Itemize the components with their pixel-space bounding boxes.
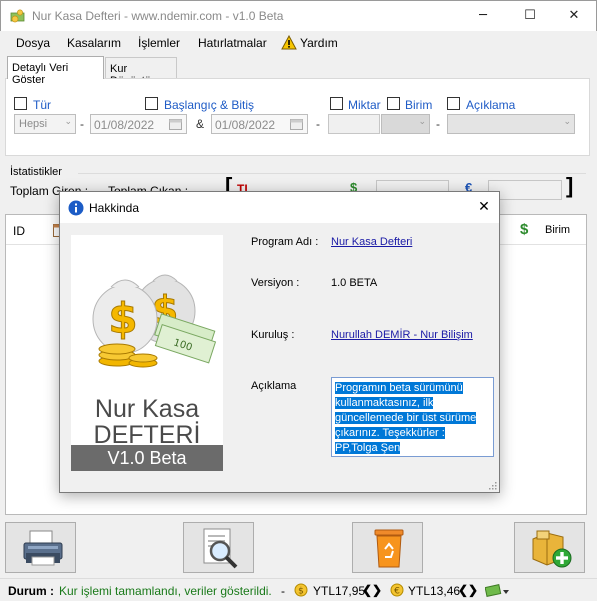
tab-kur-donustur[interactable]: Kur Dönüştür [105,57,177,87]
printer-icon [23,530,63,566]
versiyon-value: 1.0 BETA [331,277,378,289]
aciklama-dialog-label: Açıklama [251,380,297,392]
aciklama-checkbox[interactable] [447,97,460,110]
app-money-icon [10,9,25,23]
bracket-close: ] [566,173,574,198]
stats-section-label: İstatistikler [10,166,62,178]
amp-separator: & [196,117,205,131]
start-date-value: 01/08/2022 [94,118,155,132]
chevron-down-icon: ⌄ [64,117,72,127]
menu-islemler[interactable]: İşlemler [138,36,180,50]
stats-divider [78,173,586,174]
tur-select-value: Hepsi [19,118,48,130]
chevron-down-icon: ⌄ [418,117,426,127]
birim-label: Birim [405,98,433,112]
birim-checkbox[interactable] [387,97,400,110]
status-bar: Durum : Kur işlemi tamamlandı, veriler g… [0,578,597,601]
tur-select[interactable]: Hepsi ⌄ [14,114,76,134]
money-bags-illustration: $ $ 100 [92,274,217,368]
delete-button[interactable] [352,522,423,573]
info-icon [68,200,84,216]
recycle-bin-icon [374,529,404,568]
app-logo: $ $ 100 Nur Kasa DEFTERİ V1.0 Beta [71,235,223,471]
svg-text:$: $ [108,294,137,343]
window-title: Nur Kasa Defteri - www.ndemir.com - v1.0… [32,9,284,23]
menu-bar: Dosya Kasalarım İşlemler Hatırlatmalar Y… [1,31,596,55]
dialog-title: Hakkinda [89,201,140,215]
versiyon-label: Versiyon : [251,277,300,289]
dash-separator: - [80,117,84,131]
dollar-icon: $ [520,221,529,238]
date-label: Başlangıç & Bitiş [164,98,255,112]
kurulus-label: Kuruluş : [251,329,295,341]
minimize-button[interactable]: ─ [460,1,506,31]
start-date-picker[interactable]: 01/08/2022 [90,114,187,134]
miktar-label: Miktar [348,98,381,112]
status-message: Kur işlemi tamamlandı, veriler gösterild… [59,584,272,598]
about-dialog: Hakkinda ✕ $ $ 100 Nur Kasa DEFTERİ V1.0… [59,191,500,493]
add-folder-icon [532,530,572,568]
svg-text:€: € [394,587,400,597]
aciklama-text: Programın beta sürümünü kullanmaktasınız… [335,382,477,454]
svg-text:$: $ [298,587,304,597]
money-dropdown-icon[interactable] [485,584,509,598]
tur-label: Tür [33,98,51,112]
eur-rate: YTL13,46 [408,584,461,598]
program-adi-link[interactable]: Nur Kasa Defteri [331,236,412,248]
chevron-down-icon: ⌄ [563,117,571,127]
end-date-picker[interactable]: 01/08/2022 [211,114,308,134]
calendar-icon [290,119,303,130]
logo-version-band: V1.0 Beta [71,445,223,471]
print-button[interactable] [5,522,76,573]
dialog-body: $ $ 100 Nur Kasa DEFTERİ V1.0 Beta Progr… [60,223,499,492]
col-birim-header[interactable]: Birim [545,224,570,236]
usd-rate: YTL17,95 [313,584,366,598]
document-search-icon [203,528,238,569]
date-checkbox[interactable] [145,97,158,110]
close-button[interactable]: ✕ [551,1,597,31]
menu-kasalarim[interactable]: Kasalarım [67,36,121,50]
maximize-button[interactable]: ☐ [507,1,553,31]
dash-separator: - [316,117,320,131]
add-safe-button[interactable] [514,522,585,573]
aciklama-textarea[interactable]: Programın beta sürümünü kullanmaktasınız… [331,377,494,457]
warning-icon [281,35,297,50]
menu-dosya[interactable]: Dosya [16,36,50,50]
status-label: Durum : [8,584,54,598]
title-bar: Nur Kasa Defteri - www.ndemir.com - v1.0… [0,0,597,31]
miktar-checkbox[interactable] [330,97,343,110]
menu-hatirlatmalar[interactable]: Hatırlatmalar [198,36,267,50]
kurulus-link[interactable]: Nurullah DEMİR - Nur Bilişim [331,329,473,341]
euro-coin-icon: € [390,583,404,597]
dollar-coin-icon: $ [294,583,308,597]
aciklama-select[interactable]: ⌄ [447,114,575,134]
usd-rate-arrows-icon[interactable]: ❮❯ [362,583,382,597]
search-report-button[interactable] [183,522,254,573]
aciklama-label: Açıklama [466,98,516,112]
col-id-header[interactable]: ID [13,224,25,238]
birim-select[interactable]: ⌄ [381,114,430,134]
dash-separator: - [436,117,440,131]
resize-grip-icon[interactable] [488,481,497,490]
miktar-input[interactable] [328,114,380,134]
logo-title-line1: Nur Kasa [94,395,200,423]
tab-detayli-veri[interactable]: Detaylı Veri Göster [7,56,104,86]
menu-yardim[interactable]: Yardım [300,36,338,50]
eur-rate-arrows-icon[interactable]: ❮❯ [458,583,478,597]
end-date-value: 01/08/2022 [215,118,276,132]
calendar-icon [169,119,182,130]
tur-checkbox[interactable] [14,97,27,110]
status-dash: - [281,584,285,598]
dialog-close-button[interactable]: ✕ [472,195,496,219]
program-adi-label: Program Adı : [251,236,319,248]
